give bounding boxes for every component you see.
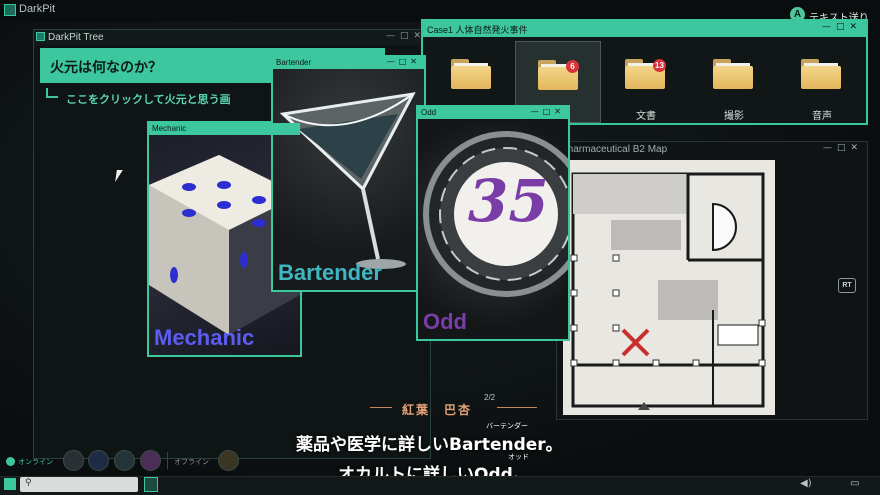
folder-label: 音声 <box>812 111 832 122</box>
question-text: 火元は何なのか？ <box>50 60 162 76</box>
window-controls[interactable]: —□✕ <box>823 143 863 153</box>
hint-connector <box>46 88 58 98</box>
window-controls[interactable]: —□✕ <box>531 107 565 116</box>
taskbar-search-input[interactable]: ⚲ <box>20 477 138 492</box>
volume-icon[interactable]: ◀) <box>800 478 812 489</box>
avatar[interactable] <box>114 450 135 471</box>
online-label: オンライン <box>18 458 53 466</box>
card-title: Bartender <box>276 58 312 67</box>
avatar[interactable] <box>63 450 84 471</box>
avatar[interactable] <box>140 450 161 471</box>
window-controls[interactable]: —□✕ <box>387 57 421 66</box>
notification-icon[interactable]: ▭ <box>850 478 859 489</box>
speaker-divider <box>497 407 537 408</box>
case-window-titlebar: Case1 人体自然発火事件 —□✕ <box>423 21 866 37</box>
folder-icon <box>801 59 841 89</box>
hint-text[interactable]: ここをクリックして火元と思う画 <box>66 91 231 107</box>
search-icon: ⚲ <box>25 478 32 488</box>
tree-window-icon <box>36 32 45 41</box>
notification-badge: 13 <box>653 59 666 72</box>
card-titlebar: Mechanic <box>149 123 300 135</box>
map-window-title: Pharmaceutical B2 Map <box>561 144 668 155</box>
card-name: Odd <box>423 309 467 334</box>
taskbar-app-icon[interactable] <box>144 477 158 492</box>
offline-label: オフライン <box>174 458 209 466</box>
map-window: Pharmaceutical B2 Map —□✕ <box>556 141 868 420</box>
status-divider <box>167 452 168 469</box>
card-titlebar: Bartender —□✕ <box>273 57 424 69</box>
window-controls[interactable]: —□✕ <box>386 31 426 41</box>
folder-item-photos[interactable]: 撮影 <box>691 41 777 123</box>
dialogue-page-number: 2/2 <box>484 393 496 402</box>
bartender-card[interactable]: Bartender —□✕ Bartender <box>271 55 426 292</box>
chip-number: 35 <box>468 167 549 235</box>
folder-item-audio[interactable]: 音声 <box>779 41 865 123</box>
folder-label: 撮影 <box>724 111 744 122</box>
online-status-icon <box>6 457 15 466</box>
folder-icon <box>451 59 491 89</box>
avatar[interactable] <box>88 450 109 471</box>
card-title: Odd <box>421 108 437 117</box>
app-logo-icon <box>4 4 16 16</box>
map-window-titlebar: Pharmaceutical B2 Map —□✕ <box>557 142 867 158</box>
tree-window-titlebar: DarkPit Tree —□✕ <box>34 30 430 45</box>
card-titlebar: Odd —□✕ <box>418 107 568 119</box>
speaker-name: 紅葉 巴杏 <box>402 403 473 417</box>
floor-map[interactable] <box>563 160 775 415</box>
start-button-icon[interactable] <box>4 478 16 490</box>
odd-card[interactable]: Odd —□✕ 35 Odd <box>416 105 570 341</box>
case-window-title: Case1 人体自然発火事件 <box>427 25 528 35</box>
card-title: Mechanic <box>152 124 187 133</box>
cocktail-glass-illustration <box>279 92 416 269</box>
tree-window-title: DarkPit Tree <box>48 32 104 43</box>
window-controls[interactable]: —□✕ <box>822 22 862 32</box>
card-name: Bartender <box>278 260 382 285</box>
card-name: Mechanic <box>154 325 255 350</box>
floor-plan-graphic <box>563 160 775 415</box>
folder-icon <box>713 59 753 89</box>
rt-button-icon[interactable]: RT <box>838 278 856 293</box>
app-title: DarkPit <box>19 3 56 15</box>
avatar[interactable] <box>218 450 239 471</box>
speaker-divider <box>370 407 392 408</box>
notification-badge: 6 <box>566 60 579 73</box>
folder-label: 文書 <box>636 111 656 122</box>
folder-item-documents[interactable]: 13 文書 <box>603 41 689 123</box>
